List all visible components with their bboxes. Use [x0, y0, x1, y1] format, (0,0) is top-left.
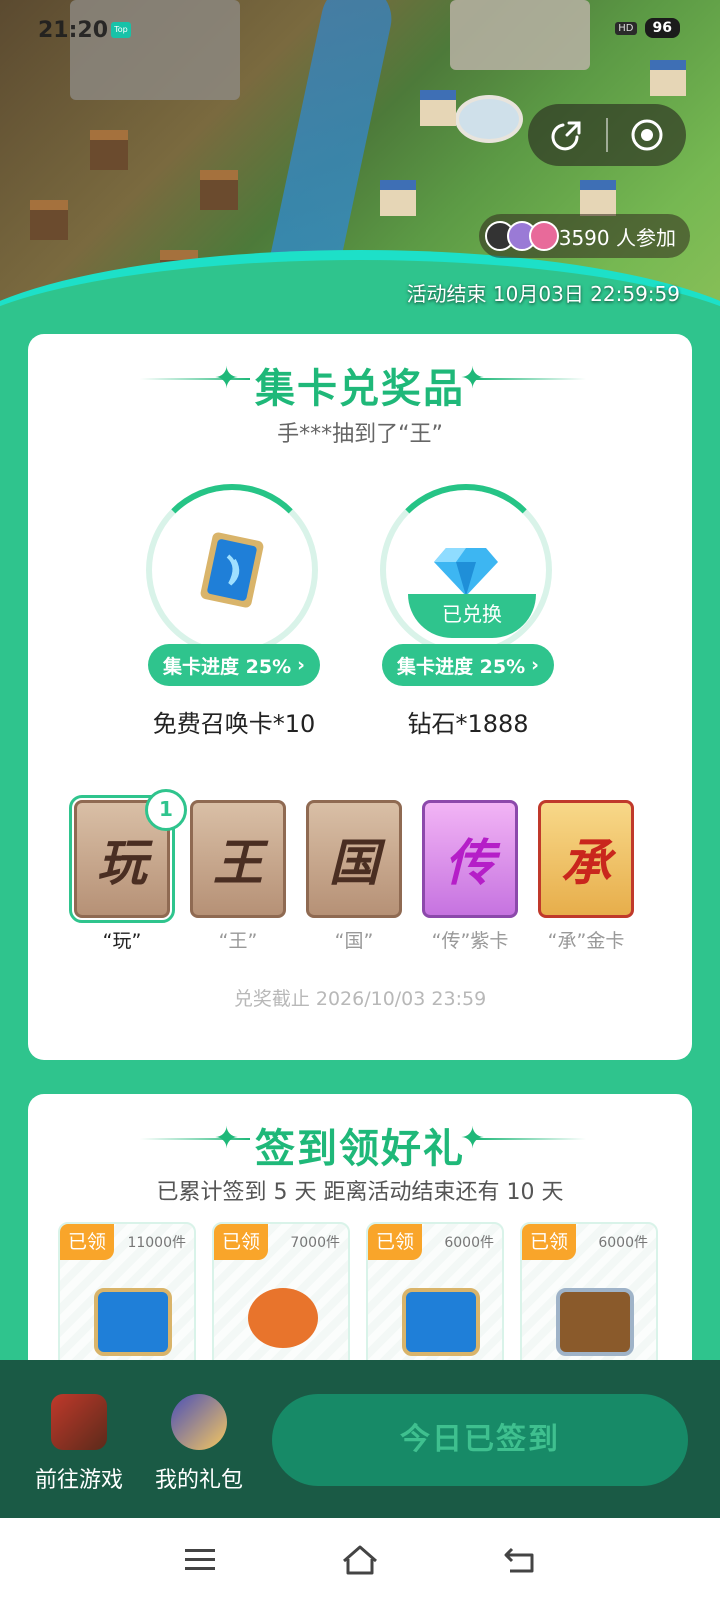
claimed-tag: 已兑换	[408, 594, 536, 638]
signin-panel: ✦ 签到领好礼 ✦ 已累计签到 5 天 距离活动结束还有 10 天 已领 110…	[28, 1094, 692, 1394]
word-card[interactable]: 传	[422, 800, 518, 918]
card-label: “传”紫卡	[431, 930, 509, 952]
summon-card-icon	[94, 1288, 172, 1356]
back-button[interactable]	[495, 1538, 545, 1582]
fountain-illustration	[455, 95, 523, 143]
share-icon	[551, 121, 581, 151]
signed-today-button[interactable]: 今日已签到	[272, 1394, 688, 1486]
card-count-badge: 1	[145, 789, 187, 831]
progress-pill[interactable]: 集卡进度 25% ›	[382, 644, 554, 686]
mini-program-capsule	[528, 104, 686, 166]
app-badge: Top	[111, 22, 131, 38]
goto-game-button[interactable]: 前往游戏	[24, 1394, 134, 1494]
activity-end-time: 活动结束 10月03日 22:59:59	[406, 282, 680, 306]
battery-icon: 96	[644, 18, 680, 38]
stock-count: 11000件	[127, 1235, 186, 1251]
chevron-right-icon: ›	[531, 654, 539, 676]
bottom-action-bar: 前往游戏 我的礼包 今日已签到	[0, 1360, 720, 1518]
collect-cards-panel: ✦ 集卡兑奖品 ✦ 手***抽到了“王” 集卡进度 25% › 免费召唤卡*10	[28, 334, 692, 1060]
card-label: “承”金卡	[547, 930, 625, 952]
castle-illustration	[70, 0, 240, 100]
participants-pill: 3590 人参加	[478, 214, 690, 258]
progress-ring	[146, 484, 318, 656]
stock-count: 7000件	[290, 1235, 340, 1251]
prize-name: 免费召唤卡*10	[152, 710, 316, 738]
progress-pill[interactable]: 集卡进度 25% ›	[148, 644, 320, 686]
section-title: 签到领好礼	[255, 1126, 465, 1172]
gift-avatar-icon	[171, 1394, 227, 1450]
claimed-tag: 已领	[60, 1224, 114, 1260]
status-time: 21:20	[38, 18, 109, 43]
hd-icon: HD	[615, 21, 637, 35]
card-label: “王”	[218, 930, 258, 952]
game-icon	[51, 1394, 107, 1450]
participants-count: 3590 人参加	[558, 225, 676, 250]
house-illustration	[420, 90, 456, 126]
progress-label: 集卡进度 25%	[163, 655, 292, 678]
close-button[interactable]	[608, 104, 686, 166]
prize-name: 钻石*1888	[407, 710, 529, 738]
menu-button[interactable]	[175, 1538, 225, 1582]
card-label: “国”	[334, 930, 374, 952]
back-icon	[504, 1547, 534, 1573]
summon-card-icon	[402, 1288, 480, 1356]
house-illustration	[380, 180, 416, 216]
treasure-chest-icon	[556, 1288, 634, 1356]
chevron-right-icon: ›	[297, 654, 305, 676]
title-decoration	[476, 378, 586, 380]
house-illustration	[580, 180, 616, 216]
home-icon	[343, 1545, 377, 1575]
claimed-tag: 已领	[368, 1224, 422, 1260]
card-character: 承	[561, 834, 611, 892]
house-illustration	[30, 200, 68, 240]
progress-label: 集卡进度 25%	[397, 655, 526, 678]
stock-count: 6000件	[444, 1235, 494, 1251]
my-gifts-button[interactable]: 我的礼包	[144, 1394, 254, 1494]
share-button[interactable]	[528, 104, 606, 166]
meat-icon	[248, 1288, 318, 1348]
card-character: 玩	[97, 834, 147, 892]
signin-summary: 已累计签到 5 天 距离活动结束还有 10 天	[156, 1180, 564, 1205]
redeem-deadline: 兑奖截止 2026/10/03 23:59	[233, 988, 487, 1010]
word-card[interactable]: 玩 1	[69, 789, 187, 923]
avatar-group	[484, 221, 559, 251]
card-character: 国	[329, 834, 379, 892]
draw-ticker: 手***抽到了“王”	[277, 422, 443, 447]
house-illustration	[200, 170, 238, 210]
claimed-tag: 已领	[522, 1224, 576, 1260]
card-character: 传	[445, 834, 495, 892]
my-gifts-label: 我的礼包	[154, 1468, 243, 1493]
word-card[interactable]: 王	[190, 800, 286, 918]
stock-count: 6000件	[598, 1235, 648, 1251]
word-card[interactable]: 承	[538, 800, 634, 918]
house-illustration	[650, 60, 686, 96]
card-label: “玩”	[102, 930, 142, 952]
title-decoration	[476, 1138, 586, 1140]
claimed-tag: 已领	[214, 1224, 268, 1260]
goto-game-label: 前往游戏	[34, 1468, 123, 1493]
system-nav-bar	[0, 1518, 720, 1603]
home-button[interactable]	[335, 1538, 385, 1582]
avatar	[528, 221, 559, 251]
house-illustration	[90, 130, 128, 170]
status-icons: HD 96	[615, 18, 680, 38]
castle-illustration	[450, 0, 590, 70]
word-card[interactable]: 国	[306, 800, 402, 918]
target-icon	[631, 119, 663, 151]
section-title: 集卡兑奖品	[255, 366, 465, 412]
progress-ring: 已兑换	[380, 484, 552, 656]
word-card-row: 玩 1 “玩” 王 “王” 国 “国” 传 “传”紫卡 承 “承”金卡	[69, 789, 674, 960]
summon-card-icon	[200, 532, 264, 608]
card-character: 王	[213, 834, 263, 892]
hero-banner: 21:20 Top HD 96 3590 人参加 活动结束 10月03日 22:…	[0, 0, 720, 380]
menu-icon	[185, 1549, 215, 1570]
